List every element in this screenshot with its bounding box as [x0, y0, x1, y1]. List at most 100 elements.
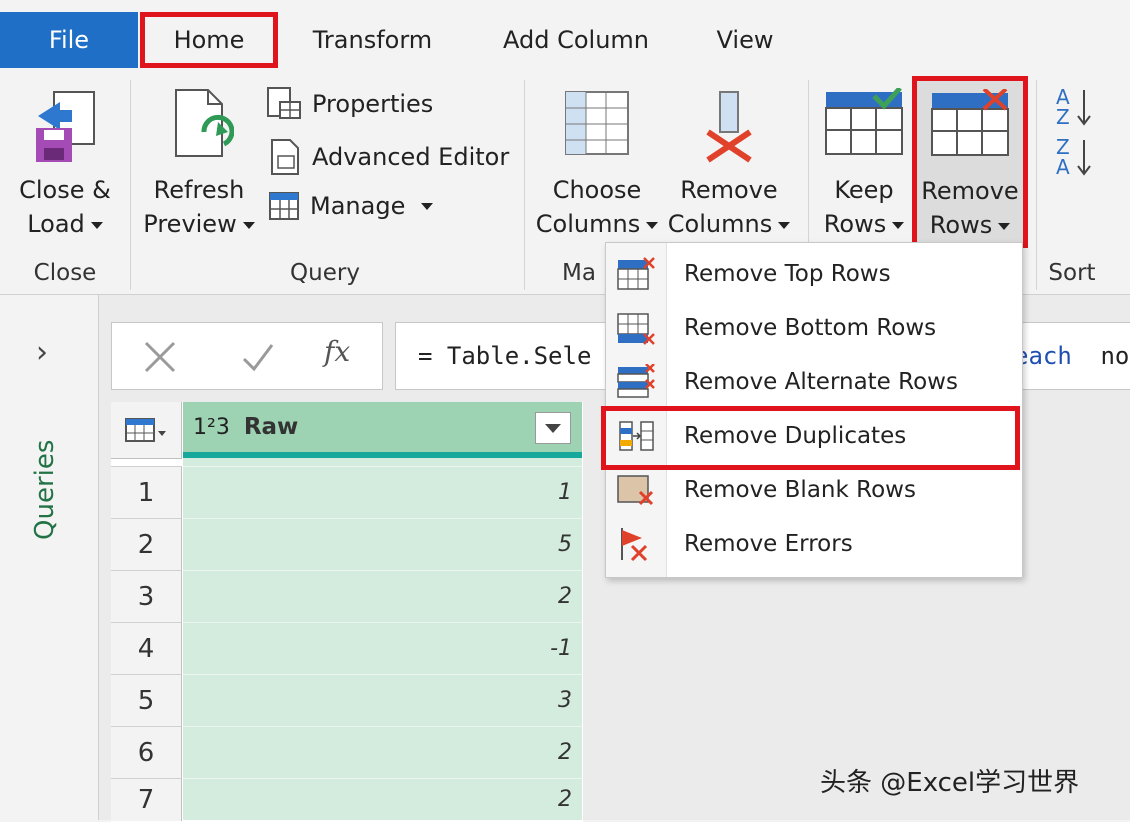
table-cell[interactable]: -1 — [183, 622, 582, 674]
menu-item-label: Remove Top Rows — [684, 261, 891, 287]
group-separator — [524, 80, 525, 290]
keep-rows-label-1: Keep — [834, 176, 894, 204]
remove-errors-icon — [621, 528, 648, 562]
choose-columns-label-2-wrap: Columns — [534, 207, 660, 241]
tab-add-column[interactable]: Add Column — [495, 12, 657, 68]
chevron-down-icon — [90, 221, 103, 229]
remove-columns-button[interactable]: Remove Columns — [664, 88, 794, 241]
formula-buttons: fx — [111, 322, 383, 390]
table-cell[interactable]: 2 — [183, 726, 582, 778]
highlight-remove-duplicates — [601, 406, 1020, 470]
row-number: 3 — [111, 570, 182, 623]
remove-rows-icon — [931, 87, 1009, 156]
sort-descending-icon: Z A — [1056, 135, 1091, 179]
advanced-editor-icon — [271, 139, 299, 175]
chevron-right-icon[interactable]: › — [36, 335, 48, 370]
watermark: 头条 @Excel学习世界 — [820, 768, 1080, 798]
remove-columns-label-1: Remove — [680, 176, 778, 204]
tab-file[interactable]: File — [0, 12, 138, 68]
svg-text:A: A — [1056, 155, 1070, 178]
choose-columns-icon — [565, 91, 629, 155]
chevron-down-icon — [646, 221, 659, 229]
queries-pane: › — [0, 295, 99, 820]
row-number: 6 — [111, 726, 182, 779]
menu-item-remove-bottom-rows[interactable]: Remove Bottom Rows — [606, 301, 1022, 355]
properties-label: Properties — [312, 90, 434, 118]
sort-ascending-button[interactable]: A Z — [1054, 84, 1094, 132]
row-number: 5 — [111, 674, 182, 727]
column-header-raw[interactable]: 1²3 Raw — [183, 402, 582, 458]
properties-icon — [267, 87, 301, 119]
chevron-down-icon — [892, 221, 905, 229]
tab-transform[interactable]: Transform — [300, 12, 445, 68]
menu-item-label: Remove Blank Rows — [684, 477, 916, 503]
table-cell[interactable]: 2 — [183, 570, 582, 622]
manage-button[interactable]: Manage — [268, 191, 434, 221]
remove-rows-label-1: Remove — [921, 177, 1019, 205]
close-load-label-2: Load — [27, 210, 85, 238]
sort-descending-button[interactable]: Z A — [1054, 134, 1094, 182]
table-cell[interactable]: 3 — [183, 674, 582, 726]
check-icon[interactable] — [240, 339, 276, 375]
row-number: 7 — [111, 778, 182, 821]
chevron-down-icon — [998, 222, 1011, 230]
refresh-label-2-wrap: Preview — [140, 207, 258, 241]
choose-columns-label-1: Choose — [552, 176, 642, 204]
row-number: 1 — [111, 466, 182, 519]
svg-text:Z: Z — [1056, 105, 1070, 128]
table-menu-button[interactable] — [111, 402, 182, 459]
group-label-manage-columns: Ma — [562, 260, 596, 286]
refresh-label-1: Refresh — [153, 176, 245, 204]
column-filter-button[interactable] — [535, 412, 571, 444]
queries-pane-label[interactable]: Queries — [30, 440, 60, 540]
manage-label: Manage — [310, 192, 406, 220]
table-cell[interactable]: 1 — [183, 466, 582, 518]
table-icon — [269, 192, 299, 220]
advanced-editor-button[interactable]: Advanced Editor — [268, 138, 509, 176]
column-header-label: Raw — [243, 414, 299, 440]
choose-columns-button[interactable]: Choose Columns — [534, 88, 660, 241]
remove-rows-label-2: Rows — [929, 211, 993, 239]
ribbon-tab-bar: File Home Transform Add Column View — [0, 0, 1130, 71]
advanced-editor-label: Advanced Editor — [312, 143, 510, 171]
menu-item-remove-alternate-rows[interactable]: Remove Alternate Rows — [606, 355, 1022, 409]
row-number: 2 — [111, 518, 182, 571]
group-label-query: Query — [290, 260, 360, 286]
remove-columns-label-2: Columns — [667, 210, 773, 238]
refresh-preview-button[interactable]: Refresh Preview — [140, 88, 258, 241]
close-load-button[interactable]: Close & Load — [10, 88, 120, 241]
remove-columns-label-2-wrap: Columns — [664, 207, 794, 241]
close-load-icon — [36, 91, 95, 162]
tab-view[interactable]: View — [705, 12, 785, 68]
number-type-icon[interactable]: 1²3 — [193, 415, 230, 440]
remove-rows-button[interactable]: Remove Rows — [912, 76, 1028, 248]
formula-text: = Table.Sele — [418, 342, 592, 370]
menu-item-remove-errors[interactable]: Remove Errors — [606, 517, 1022, 571]
table-menu-icon — [125, 418, 166, 442]
keep-rows-label-2: Rows — [823, 210, 887, 238]
close-load-label-1: Close & — [19, 176, 111, 204]
remove-alternate-rows-icon — [617, 364, 655, 398]
keep-rows-icon — [825, 86, 903, 155]
cancel-icon[interactable] — [142, 339, 178, 375]
sort-ascending-icon: A Z — [1056, 85, 1091, 129]
chevron-down-icon — [242, 221, 255, 229]
remove-columns-icon — [706, 91, 752, 163]
keep-rows-button[interactable]: Keep Rows — [818, 86, 910, 241]
remove-rows-label-2-wrap: Rows — [917, 208, 1023, 242]
refresh-icon — [175, 89, 235, 157]
table-cell[interactable]: 2 — [183, 778, 582, 820]
choose-columns-label-2: Columns — [535, 210, 641, 238]
tab-home[interactable]: Home — [140, 12, 278, 68]
refresh-label-2: Preview — [143, 210, 237, 238]
menu-item-label: Remove Bottom Rows — [684, 315, 937, 341]
table-cell[interactable]: 5 — [183, 518, 582, 570]
menu-item-remove-blank-rows[interactable]: Remove Blank Rows — [606, 463, 1022, 517]
group-separator — [1036, 80, 1037, 290]
row-number: 4 — [111, 622, 182, 675]
remove-bottom-rows-icon — [617, 313, 655, 345]
properties-button[interactable]: Properties — [266, 86, 433, 122]
fx-icon[interactable]: fx — [324, 335, 350, 368]
group-separator — [130, 80, 131, 290]
menu-item-remove-top-rows[interactable]: Remove Top Rows — [606, 247, 1022, 301]
